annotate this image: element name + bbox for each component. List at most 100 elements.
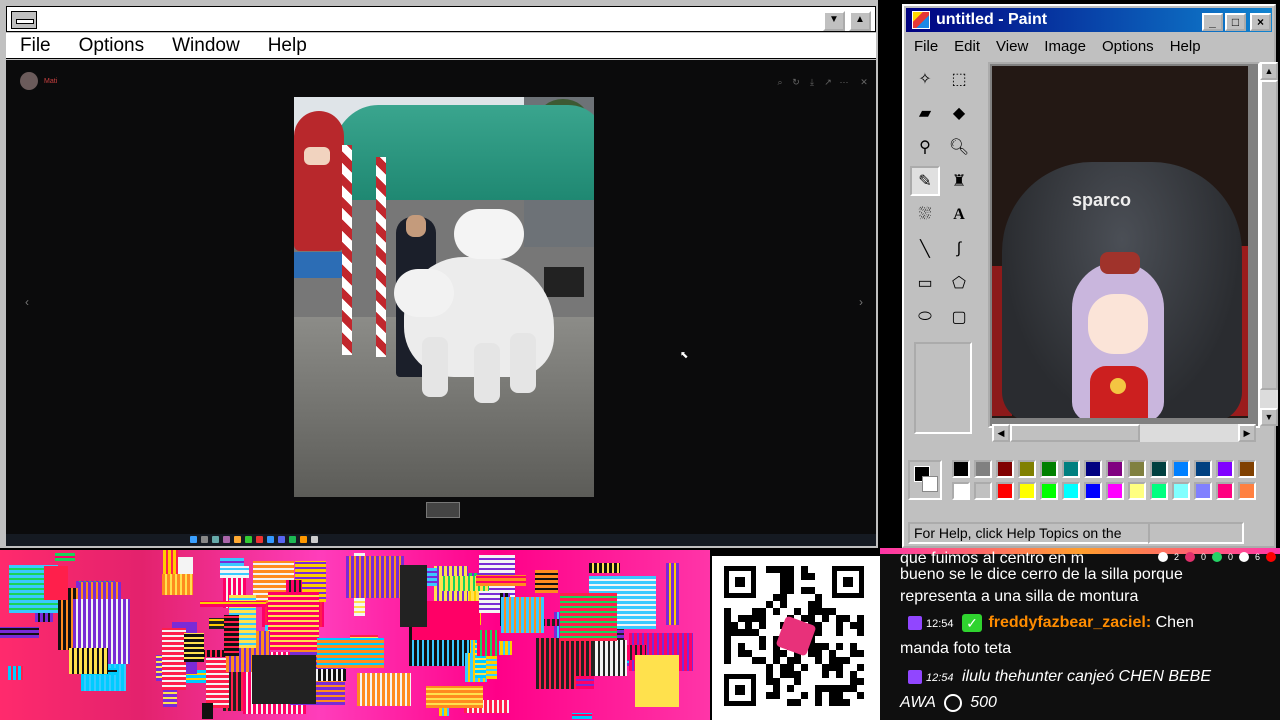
vertical-scrollbar[interactable]: ▲ ▼ [1260,62,1278,426]
rotate-icon[interactable]: ↻ [790,76,802,88]
qr-module [780,601,787,608]
next-image-button[interactable]: › [852,293,870,311]
close-button[interactable]: × [1250,13,1271,31]
menu-edit[interactable]: Edit [946,38,988,55]
app-icon[interactable] [234,536,241,543]
text-icon[interactable]: A [944,200,974,230]
palette-swatch[interactable] [1040,460,1058,478]
palette-swatch[interactable] [1172,460,1190,478]
eraser-icon[interactable]: ▰ [910,98,940,128]
color-picker-icon[interactable]: ⚲ [910,132,940,162]
menu-file[interactable]: File [6,35,65,57]
drawing-canvas[interactable]: sparco [992,66,1248,418]
paint-app-icon[interactable] [912,11,930,29]
search-icon[interactable] [201,536,208,543]
palette-swatch[interactable] [1106,460,1124,478]
palette-swatch[interactable] [1062,460,1080,478]
qr-module [808,587,815,594]
close-icon[interactable]: ✕ [858,76,870,88]
palette-swatch[interactable] [1216,482,1234,500]
open-external-icon[interactable]: ↗ [822,76,834,88]
palette-swatch[interactable] [974,460,992,478]
magnifier-icon[interactable]: 🔍︎ [944,132,974,162]
palette-swatch[interactable] [1216,460,1234,478]
scroll-thumb[interactable] [1010,424,1140,442]
zoom-icon[interactable]: ⌕ [774,76,786,88]
tool-options[interactable] [914,342,972,434]
ellipse-icon[interactable]: ⬭ [910,302,940,332]
palette-swatch[interactable] [1172,482,1190,500]
scroll-thumb[interactable] [1260,80,1278,390]
palette-swatch[interactable] [1018,460,1036,478]
menu-image[interactable]: Image [1036,38,1094,55]
menu-view[interactable]: View [988,38,1036,55]
scroll-up-icon[interactable]: ▲ [1260,62,1278,80]
airbrush-icon[interactable]: ⛆ [910,200,940,230]
avatar[interactable] [20,72,38,90]
app-icon[interactable] [245,536,252,543]
rounded-rect-icon[interactable]: ▢ [944,302,974,332]
window-title-bar[interactable]: ▼ ▲ [6,6,876,32]
palette-swatch[interactable] [1084,482,1102,500]
minimize-button[interactable]: _ [1202,13,1223,31]
maximize-button[interactable]: □ [1225,13,1246,31]
palette-swatch[interactable] [1018,482,1036,500]
palette-swatch[interactable] [1128,482,1146,500]
start-icon[interactable] [190,536,197,543]
rect-select-icon[interactable]: ⬚ [944,64,974,94]
palette-swatch[interactable] [1194,482,1212,500]
scroll-left-icon[interactable]: ◀ [992,424,1010,442]
scroll-down-icon[interactable]: ▼ [1260,408,1278,426]
menu-options[interactable]: Options [1094,38,1162,55]
palette-swatch[interactable] [1238,482,1256,500]
palette-swatch[interactable] [996,482,1014,500]
current-colors[interactable] [908,460,942,500]
previous-image-button[interactable]: ‹ [18,293,36,311]
palette-swatch[interactable] [974,482,992,500]
app-icon[interactable] [300,536,307,543]
menu-help[interactable]: Help [254,35,321,57]
menu-window[interactable]: Window [158,35,254,57]
horizontal-scrollbar[interactable]: ◀ ▶ [992,424,1256,442]
app-icon[interactable] [212,536,219,543]
palette-swatch[interactable] [1062,482,1080,500]
palette-swatch[interactable] [996,460,1014,478]
palette-swatch[interactable] [952,482,970,500]
fill-icon[interactable]: ◆ [944,98,974,128]
menu-options[interactable]: Options [65,35,158,57]
discord-icon[interactable] [278,536,285,543]
more-icon[interactable]: ⋯ [838,76,850,88]
palette-swatch[interactable] [1040,482,1058,500]
minimize-button[interactable]: ▼ [823,11,845,31]
palette-swatch[interactable] [1150,482,1168,500]
app-icon[interactable] [267,536,274,543]
menu-file[interactable]: File [906,38,946,55]
palette-swatch[interactable] [1128,460,1146,478]
app-icon[interactable] [311,536,318,543]
palette-swatch[interactable] [1194,460,1212,478]
brush-icon[interactable]: ♜ [944,166,974,196]
maximize-button[interactable]: ▲ [849,11,871,31]
pencil-icon[interactable]: ✎ [910,166,940,196]
palette-swatch[interactable] [1238,460,1256,478]
app-icon[interactable] [256,536,263,543]
palette-swatch[interactable] [952,460,970,478]
palette-swatch[interactable] [1084,460,1102,478]
curve-icon[interactable]: ∫ [944,234,974,264]
image-thumbnail[interactable] [426,502,460,518]
palette-swatch[interactable] [1150,460,1168,478]
qr-module [836,643,843,650]
menu-help[interactable]: Help [1162,38,1209,55]
rectangle-icon[interactable]: ▭ [910,268,940,298]
chat-username[interactable]: freddyfazbear_zaciel: [988,614,1151,631]
system-menu-button[interactable] [11,11,37,29]
line-icon[interactable]: ╲ [910,234,940,264]
palette-swatch[interactable] [1106,482,1124,500]
download-icon[interactable]: ⤓ [806,76,818,88]
app-icon[interactable] [289,536,296,543]
free-select-icon[interactable]: ✧ [910,64,940,94]
app-icon[interactable] [223,536,230,543]
scroll-right-icon[interactable]: ▶ [1238,424,1256,442]
paint-title-bar[interactable]: untitled - Paint _ □ × [906,8,1272,32]
polygon-icon[interactable]: ⬠ [944,268,974,298]
